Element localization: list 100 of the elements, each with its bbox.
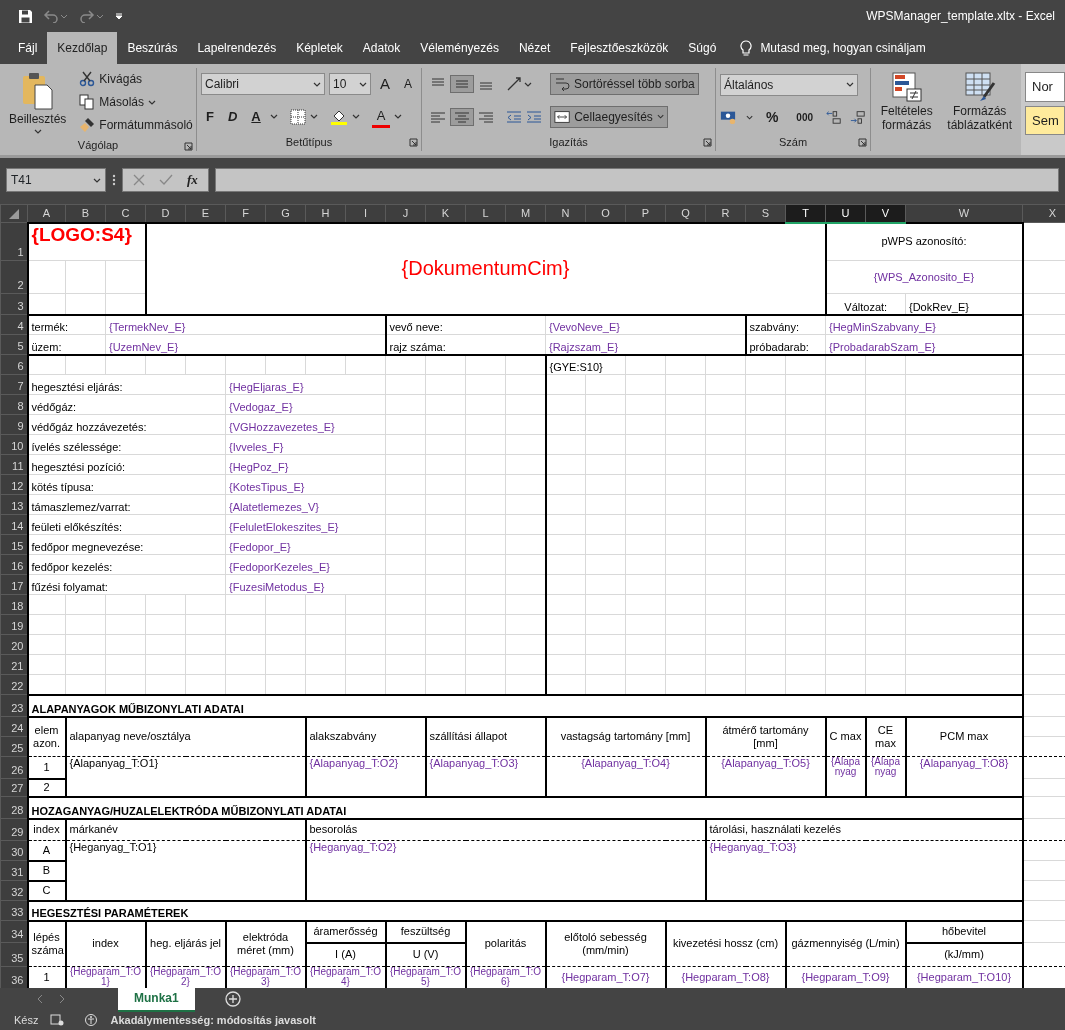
align-button[interactable] [450,75,475,94]
column-header[interactable]: H [305,204,346,223]
ribbon-tab[interactable]: Súgó [678,32,727,64]
row-header[interactable]: 12 [0,474,28,495]
column-header[interactable]: V [865,204,906,223]
column-header[interactable]: N [545,204,586,223]
previous-sheet-icon[interactable] [36,994,44,1004]
tell-me-field[interactable]: Mutasd meg, hogyan csináljam [760,39,926,57]
row-header[interactable]: 28 [0,796,28,819]
column-header[interactable]: T [785,204,826,223]
more-icon[interactable] [112,173,116,187]
column-header[interactable]: W [905,204,1023,223]
dialog-launcher-icon[interactable] [703,138,712,147]
column-header[interactable]: F [225,204,266,223]
dialog-launcher-icon[interactable] [184,141,193,151]
row-header[interactable]: 11 [0,454,28,475]
ribbon-tab[interactable]: Lapelrendezés [187,32,287,64]
paste-button[interactable]: Beillesztés [4,68,72,137]
row-header[interactable]: 7 [0,374,28,395]
align-button[interactable] [450,107,475,126]
accessibility-status[interactable]: Akadálymentesség: módosítás javasolt [110,1011,316,1029]
row-header[interactable]: 35 [0,942,28,967]
row-header[interactable]: 13 [0,494,28,515]
column-header[interactable]: U [825,204,866,223]
redo-icon[interactable] [79,9,105,23]
column-header[interactable]: G [265,204,306,223]
row-header[interactable]: 20 [0,634,28,655]
row-header[interactable]: 8 [0,394,28,415]
dialog-launcher-icon[interactable] [409,138,419,147]
font-size-dropdown[interactable]: 10 [329,73,371,96]
format-painter-button[interactable]: Formátummásoló [75,114,197,137]
customize-icon[interactable] [115,11,123,21]
column-header[interactable]: O [585,204,626,223]
select-all-icon[interactable] [9,209,19,220]
wrap-text-button[interactable]: Sortöréssel több sorba [550,73,699,96]
shrink-font-button[interactable]: A [399,75,418,94]
undo-icon[interactable] [43,9,69,23]
row-header[interactable]: 18 [0,594,28,615]
column-header[interactable]: C [105,204,146,223]
row-header[interactable]: 24 [0,716,28,737]
row-header[interactable]: 9 [0,414,28,435]
formula-input[interactable] [214,168,1059,192]
row-header[interactable]: 2 [0,260,28,294]
row-header[interactable]: 32 [0,880,28,901]
row-header[interactable]: 6 [0,354,28,375]
bold-button[interactable]: F [201,107,219,127]
row-header[interactable]: 16 [0,554,28,575]
row-header[interactable]: 31 [0,860,28,881]
row-header[interactable]: 5 [0,334,28,355]
cut-button[interactable]: Kivágás [75,68,197,91]
italic-button[interactable]: D [222,107,243,127]
row-header[interactable]: 3 [0,293,28,315]
column-header[interactable]: P [625,204,666,223]
column-header[interactable]: D [145,204,186,223]
column-header[interactable]: M [505,204,546,223]
column-header[interactable]: Q [665,204,706,223]
row-header[interactable]: 19 [0,614,28,635]
percent-button[interactable]: % [760,106,784,128]
format-as-table-button[interactable]: Formázás táblázatként [942,68,1017,155]
ribbon-tab[interactable]: Kezdőlap [47,32,118,64]
column-header[interactable]: R [705,204,746,223]
font-name-dropdown[interactable]: Calibri [201,73,325,96]
row-header[interactable]: 30 [0,840,28,861]
row-header[interactable]: 22 [0,674,28,695]
row-header[interactable]: 29 [0,818,28,841]
ribbon-tab[interactable]: Beszúrás [117,32,188,64]
column-header[interactable]: L [465,204,506,223]
row-header[interactable]: 14 [0,514,28,535]
row-header[interactable]: 10 [0,434,28,455]
accessibility-icon[interactable] [84,1013,99,1027]
number-format-dropdown[interactable]: Általános [720,73,858,96]
ribbon-tab[interactable]: Adatok [352,32,411,64]
column-header[interactable]: I [345,204,386,223]
row-header[interactable]: 17 [0,574,28,595]
row-header[interactable]: 15 [0,534,28,555]
macro-icon[interactable] [50,1014,65,1026]
row-header[interactable]: 33 [0,900,28,921]
next-sheet-icon[interactable] [58,994,66,1004]
column-header[interactable]: A [27,204,66,223]
row-header[interactable]: 4 [0,314,28,335]
save-icon[interactable] [18,8,33,24]
column-header[interactable]: K [425,204,466,223]
ribbon-tab[interactable]: Véleményezés [410,32,509,64]
row-header[interactable]: 34 [0,920,28,943]
cell-style-swatch[interactable]: Sem [1025,105,1065,135]
dialog-launcher-icon[interactable] [858,138,867,147]
increase-decimal-icon[interactable] [826,109,842,125]
row-header[interactable]: 25 [0,736,28,757]
row-header[interactable]: 1 [0,222,28,261]
sheet-tab[interactable]: Munka1 [118,988,195,1010]
insert-function-button[interactable]: fx [187,170,198,190]
ribbon-tab[interactable]: Fejlesztőeszközök [560,32,679,64]
borders-icon[interactable] [289,108,306,125]
column-header[interactable]: E [185,204,226,223]
column-header[interactable]: X [1022,204,1065,223]
merge-button[interactable]: Cellaegyesítés [550,105,669,128]
row-header[interactable]: 36 [0,966,28,988]
underline-button[interactable]: A [246,107,266,127]
add-sheet-icon[interactable] [224,991,241,1007]
conditional-formatting-button[interactable]: Feltételes formázás [875,68,939,155]
